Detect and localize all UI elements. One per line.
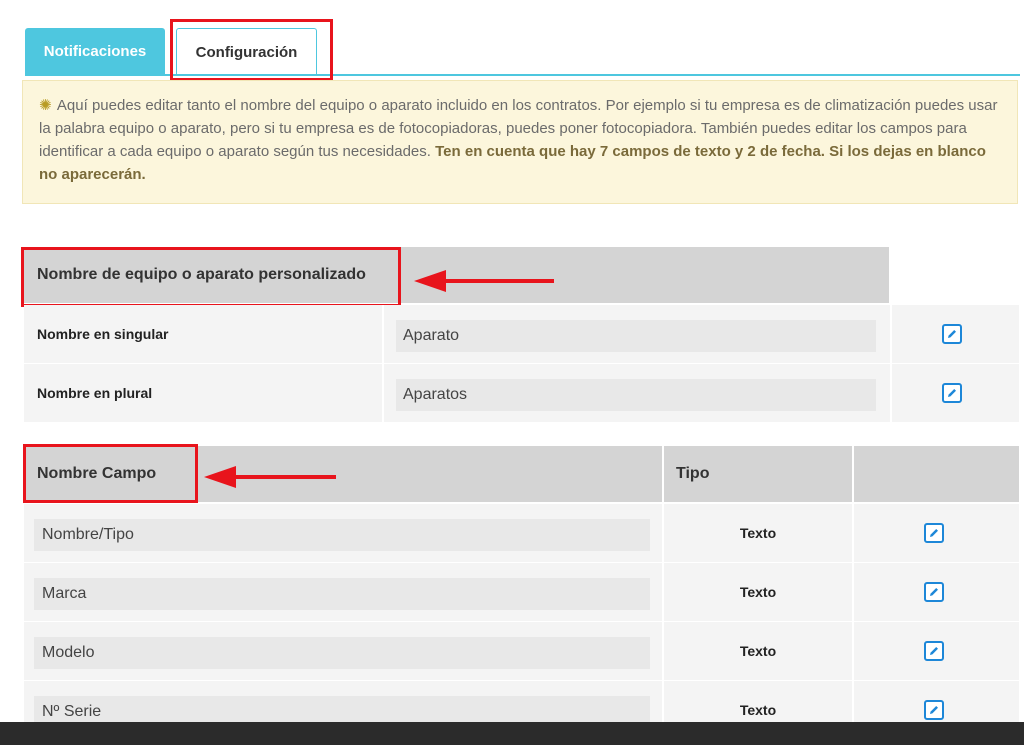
plural-label: Nombre en plural [37, 385, 153, 401]
field-row: Modelo Texto [24, 622, 1019, 680]
field-name-column-header: Nombre Campo [24, 446, 662, 502]
tab-configuration[interactable]: Configuración [176, 28, 317, 76]
field-type: Texto [739, 525, 777, 541]
field-name-input[interactable]: Nombre/Tipo [34, 519, 650, 551]
fields-header: Nombre Campo Tipo [24, 446, 1019, 502]
plural-name-field[interactable]: Aparatos [396, 379, 876, 411]
edit-icon[interactable] [924, 523, 944, 543]
edit-icon[interactable] [924, 700, 944, 720]
edit-icon[interactable] [942, 324, 962, 344]
edit-icon[interactable] [942, 383, 962, 403]
column-divider [890, 364, 892, 422]
arrow-fields-header [204, 466, 336, 488]
column-divider [852, 504, 854, 562]
arrow-device-header [414, 270, 554, 292]
singular-name-field[interactable]: Aparato [396, 320, 876, 352]
device-name-header-label: Nombre de equipo o aparato personalizado [37, 266, 366, 283]
tab-bar: Notificaciones Configuración [0, 0, 1024, 78]
lightbulb-icon: ✺ [39, 97, 52, 114]
singular-label: Nombre en singular [37, 326, 169, 342]
actions-column-header [854, 446, 1019, 502]
edit-icon[interactable] [924, 641, 944, 661]
bottom-bar [0, 722, 1024, 745]
column-divider [852, 563, 854, 621]
field-type: Texto [739, 584, 777, 600]
type-column-header: Tipo [664, 446, 852, 502]
field-type: Texto [739, 643, 777, 659]
field-row: Nombre/Tipo Texto [24, 504, 1019, 562]
field-name-input[interactable]: Marca [34, 578, 650, 610]
edit-icon[interactable] [924, 582, 944, 602]
column-divider [852, 622, 854, 680]
device-name-row-plural: Nombre en plural Aparatos [24, 364, 1019, 422]
field-name-input[interactable]: Modelo [34, 637, 650, 669]
tab-underline [25, 74, 1020, 76]
column-divider [382, 364, 384, 422]
field-row: Marca Texto [24, 563, 1019, 621]
column-divider [890, 305, 892, 363]
column-divider [382, 305, 384, 363]
tab-notifications[interactable]: Notificaciones [25, 28, 165, 74]
device-name-row-singular: Nombre en singular Aparato [24, 305, 1019, 363]
info-notice: ✺ Aquí puedes editar tanto el nombre del… [22, 80, 1018, 204]
